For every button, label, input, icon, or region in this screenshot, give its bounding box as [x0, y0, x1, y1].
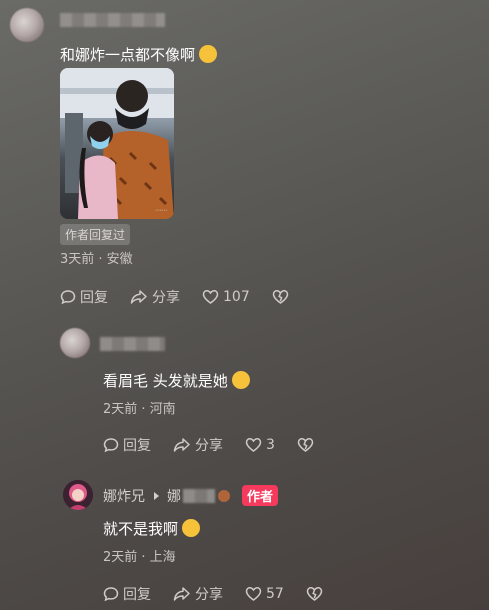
share-label: 分享: [195, 438, 223, 454]
comment-text-content: 看眉毛 头发就是她: [103, 372, 228, 390]
reply-label: 回复: [80, 290, 108, 306]
share-arrow-icon: [130, 290, 147, 304]
broken-heart-icon: [306, 587, 323, 601]
commenter-name-blurred[interactable]: [100, 337, 165, 351]
like-button[interactable]: 57: [245, 586, 284, 602]
photo-illustration: ⋯⋯: [60, 68, 174, 219]
comment-text: 就不是我啊: [103, 518, 201, 539]
author-replied-badge: 作者回复过: [60, 224, 131, 245]
reply-label: 回复: [123, 587, 151, 603]
comment-meta: 2天前 · 河南: [103, 402, 176, 417]
comment-actions: 回复 分享 57: [103, 584, 349, 604]
like-count: 3: [266, 437, 275, 453]
heart-icon: [245, 587, 262, 601]
reply-header: 娜炸兄 娜 作者: [103, 485, 279, 506]
share-arrow-icon: [173, 587, 190, 601]
commenter-avatar[interactable]: [60, 328, 90, 358]
author-replied-label: 作者回复过: [60, 224, 131, 245]
like-button[interactable]: 3: [245, 437, 275, 453]
reply-label: 回复: [123, 438, 151, 454]
share-label: 分享: [195, 587, 223, 603]
like-button[interactable]: 107: [202, 289, 250, 305]
heart-icon: [245, 438, 262, 452]
caret-right-icon: [154, 491, 159, 500]
commenter-name-blurred[interactable]: [60, 13, 165, 27]
comment-meta: 2天前 · 上海: [103, 550, 176, 565]
reply-to-name[interactable]: 娜: [167, 486, 181, 506]
comment-text: 和娜炸一点都不像啊: [60, 44, 218, 65]
reply-to-name-blurred: [183, 488, 215, 503]
like-count: 107: [223, 289, 250, 305]
bear-emoji-icon: [218, 489, 230, 502]
comment-actions: 回复 分享 3: [103, 435, 340, 455]
comment-text: 看眉毛 头发就是她: [103, 370, 250, 391]
share-button[interactable]: 分享: [130, 287, 180, 307]
heart-icon: [202, 290, 219, 304]
author-avatar-image: [63, 480, 93, 510]
comment-text-content: 就不是我啊: [103, 520, 179, 538]
broken-heart-icon: [297, 438, 314, 452]
reply-button[interactable]: 回复: [103, 584, 151, 604]
comment-actions: 回复 分享 107: [60, 287, 315, 307]
author-badge: 作者: [242, 485, 279, 506]
author-name[interactable]: 娜炸兄: [103, 486, 145, 506]
reply-button[interactable]: 回复: [103, 435, 151, 455]
comment-text-content: 和娜炸一点都不像啊: [60, 46, 196, 64]
reply-button[interactable]: 回复: [60, 287, 108, 307]
broken-heart-icon: [272, 290, 288, 304]
share-button[interactable]: 分享: [173, 584, 223, 604]
comment-meta: 3天前 · 安徽: [60, 252, 133, 267]
dislike-button[interactable]: [272, 289, 293, 305]
grinning-sweat-emoji-icon: [182, 519, 201, 537]
share-arrow-icon: [173, 438, 190, 452]
reply-bubble-icon: [103, 438, 119, 453]
dislike-button[interactable]: [297, 437, 318, 453]
share-label: 分享: [152, 290, 180, 306]
svg-text:⋯⋯: ⋯⋯: [155, 207, 167, 214]
author-avatar[interactable]: [63, 480, 93, 510]
share-button[interactable]: 分享: [173, 435, 223, 455]
dislike-button[interactable]: [306, 586, 327, 602]
reply-bubble-icon: [60, 290, 76, 305]
hugging-face-emoji-icon: [231, 371, 250, 389]
like-count: 57: [266, 586, 284, 602]
hand-over-mouth-emoji-icon: [199, 45, 218, 63]
commenter-avatar[interactable]: [10, 8, 44, 42]
comment-image[interactable]: ⋯⋯: [60, 68, 174, 219]
reply-bubble-icon: [103, 587, 119, 602]
